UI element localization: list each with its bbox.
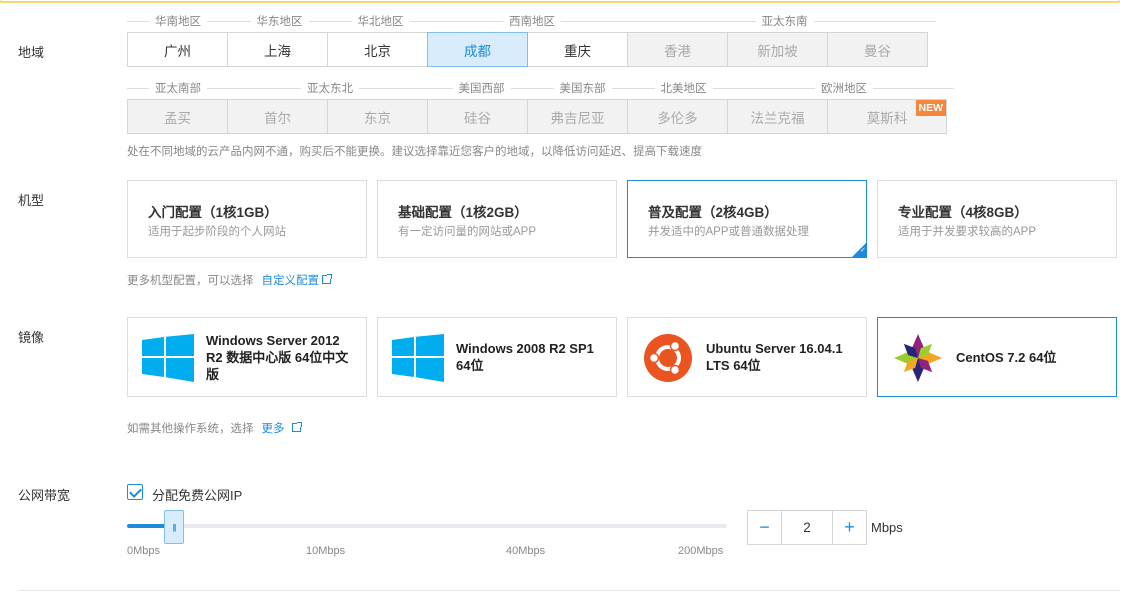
region-group-ouzhou: 欧洲地区 <box>734 80 954 96</box>
image-card-centos[interactable]: CentOS 7.2 64位 <box>877 317 1117 397</box>
bandwidth-slider-handle[interactable]: ||| <box>164 510 184 544</box>
config-desc: 有一定访问量的网站或APP <box>398 226 537 238</box>
image-name: Windows 2008 R2 SP1 64位 <box>456 341 594 373</box>
config-card-basic[interactable]: 基础配置（1核2GB） 有一定访问量的网站或APP <box>377 180 617 258</box>
increment-button[interactable]: + <box>832 511 866 544</box>
config-card-standard[interactable]: 普及配置（2核4GB） 并发适中的APP或普通数据处理 <box>627 180 867 258</box>
region-group-beimei: 北美地区 <box>633 80 734 96</box>
config-card-pro[interactable]: 专业配置（4核8GB） 适用于并发要求较高的APP <box>877 180 1117 258</box>
slider-tick: 40Mbps <box>506 545 546 557</box>
region-group-yataidongnan: 亚太东南 <box>633 13 936 29</box>
config-title: 普及配置（2核4GB） <box>648 205 778 220</box>
region-silicon-valley[interactable]: 硅谷 <box>427 99 528 134</box>
region-moscow[interactable]: 莫斯科 NEW <box>827 99 947 134</box>
instance-label: 机型 <box>18 193 45 208</box>
region-group-meiguodongbu: 美国东部 <box>532 80 633 96</box>
region-group-xinan: 西南地区 <box>431 13 633 29</box>
config-desc: 并发适中的APP或普通数据处理 <box>648 226 810 238</box>
bandwidth-stepper: − + <box>747 510 867 545</box>
config-hint: 更多机型配置，可以选择 自定义配置 <box>127 272 332 288</box>
region-singapore[interactable]: 新加坡 <box>727 32 828 67</box>
slider-tick: 0Mbps <box>127 545 161 557</box>
region-group-meiguoxibu: 美国西部 <box>431 80 532 96</box>
decrement-button[interactable]: − <box>748 511 782 544</box>
more-images-link[interactable]: 更多 <box>261 422 302 435</box>
slider-tick: 200Mbps <box>678 545 724 557</box>
selected-check-icon <box>852 243 866 257</box>
divider <box>18 590 1120 591</box>
windows-icon <box>392 334 444 382</box>
centos-icon <box>894 334 942 382</box>
config-desc: 适用于起步阶段的个人网站 <box>148 226 286 238</box>
image-label: 镜像 <box>18 330 45 345</box>
region-toronto[interactable]: 多伦多 <box>627 99 728 134</box>
slider-tick: 10Mbps <box>306 545 346 557</box>
region-moscow-label: 莫斯科 <box>866 110 908 126</box>
region-group-huanan: 华南地区 <box>127 13 229 29</box>
region-row-2: 孟买 首尔 东京 硅谷 弗吉尼亚 多伦多 法兰克福 莫斯科 NEW <box>127 99 947 134</box>
region-tokyo[interactable]: 东京 <box>327 99 428 134</box>
external-link-icon <box>291 422 302 432</box>
image-hint: 如需其他操作系统，选择 更多 <box>127 420 302 436</box>
bandwidth-input[interactable] <box>782 511 832 544</box>
region-guangzhou[interactable]: 广州 <box>127 32 228 67</box>
more-images-link-label: 更多 <box>261 423 285 435</box>
windows-icon <box>142 334 194 382</box>
region-beijing[interactable]: 北京 <box>327 32 428 67</box>
top-banner <box>0 0 1120 3</box>
grip-icon: ||| <box>172 522 176 532</box>
region-frankfurt[interactable]: 法兰克福 <box>727 99 828 134</box>
image-name: Windows Server 2012 R2 数据中心版 64位中文版 <box>206 332 349 382</box>
config-card-starter[interactable]: 入门配置（1核1GB） 适用于起步阶段的个人网站 <box>127 180 367 258</box>
image-name: Ubuntu Server 16.04.1 LTS 64位 <box>706 341 843 373</box>
new-badge: NEW <box>915 100 946 116</box>
region-seoul[interactable]: 首尔 <box>227 99 328 134</box>
region-group-yataidongbei: 亚太东北 <box>229 80 431 96</box>
region-group-yatainanbu: 亚太南部 <box>127 80 229 96</box>
image-card-ubuntu[interactable]: Ubuntu Server 16.04.1 LTS 64位 <box>627 317 867 397</box>
region-group-huabei: 华北地区 <box>330 13 431 29</box>
external-link-icon <box>322 274 332 284</box>
image-name: CentOS 7.2 64位 <box>956 349 1057 365</box>
config-title: 基础配置（1核2GB） <box>398 205 528 220</box>
bandwidth-slider-track[interactable] <box>127 524 727 528</box>
image-card-win2008[interactable]: Windows 2008 R2 SP1 64位 <box>377 317 617 397</box>
region-chengdu[interactable]: 成都 <box>427 32 528 67</box>
region-hongkong[interactable]: 香港 <box>627 32 728 67</box>
config-hint-text: 更多机型配置，可以选择 <box>127 275 254 287</box>
image-card-win2012[interactable]: Windows Server 2012 R2 数据中心版 64位中文版 <box>127 317 367 397</box>
image-hint-text: 如需其他操作系统，选择 <box>127 423 254 435</box>
region-label: 地域 <box>18 45 45 60</box>
config-title: 专业配置（4核8GB） <box>898 205 1028 220</box>
region-mumbai[interactable]: 孟买 <box>127 99 228 134</box>
region-row-1: 广州 上海 北京 成都 重庆 香港 新加坡 曼谷 <box>127 32 928 67</box>
config-desc: 适用于并发要求较高的APP <box>898 226 1037 238</box>
region-shanghai[interactable]: 上海 <box>227 32 328 67</box>
free-public-ip-label[interactable]: 分配免费公网IP <box>152 485 242 504</box>
region-group-huadong: 华东地区 <box>229 13 330 29</box>
region-virginia[interactable]: 弗吉尼亚 <box>527 99 628 134</box>
config-title: 入门配置（1核1GB） <box>148 205 278 220</box>
region-hint: 处在不同地域的云产品内网不通，购买后不能更换。建议选择靠近您客户的地域，以降低访… <box>127 146 702 158</box>
region-chongqing[interactable]: 重庆 <box>527 32 628 67</box>
bandwidth-label: 公网带宽 <box>18 488 71 503</box>
ubuntu-icon <box>644 334 692 382</box>
custom-config-link-label: 自定义配置 <box>261 275 320 287</box>
custom-config-link[interactable]: 自定义配置 <box>261 274 332 287</box>
free-public-ip-checkbox[interactable] <box>127 484 143 500</box>
region-bangkok[interactable]: 曼谷 <box>827 32 928 67</box>
bandwidth-unit: Mbps <box>871 520 903 535</box>
